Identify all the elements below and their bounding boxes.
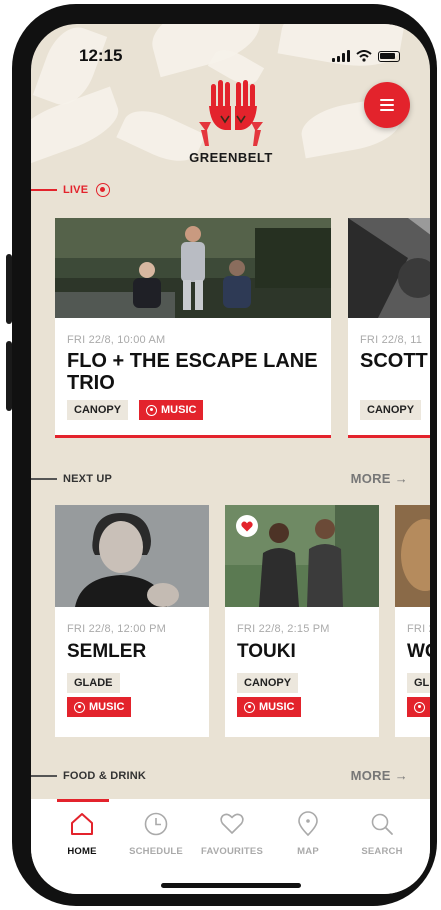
music-icon xyxy=(146,404,157,416)
event-title-line1: FLO + THE ESCAPE LANE xyxy=(67,350,318,372)
live-section-header: LIVE xyxy=(31,180,430,200)
event-photo xyxy=(395,505,430,607)
nav-favourites[interactable]: FAVOURITES xyxy=(193,799,271,879)
nav-home[interactable]: HOME xyxy=(43,799,121,879)
event-photo xyxy=(348,218,430,318)
event-datetime: FRI 22/8, 11 xyxy=(360,334,423,346)
menu-icon xyxy=(380,99,394,101)
next-up-more-link[interactable]: MORE → xyxy=(351,471,408,486)
event-title: SCOTT xyxy=(360,350,428,372)
live-event-card[interactable]: FRI 22/8, 10:00 AM FLO + THE ESCAPE LANE… xyxy=(55,218,331,438)
event-title: SEMLER xyxy=(67,641,147,662)
nav-schedule-label: SCHEDULE xyxy=(129,846,183,857)
next-event-card[interactable]: FRI 22/8, 2:15 PM TOUKI CANOPY MUSIC xyxy=(225,505,379,737)
wifi-icon xyxy=(356,50,372,62)
music-icon xyxy=(244,701,255,713)
live-indicator-icon xyxy=(96,183,111,197)
greenbelt-logo: GREENBELT xyxy=(181,76,281,166)
music-tag: MUSIC xyxy=(67,697,132,717)
event-title: TOUKI xyxy=(237,641,296,662)
volume-down-button xyxy=(6,341,12,411)
music-tag xyxy=(407,697,430,717)
hands-logo-icon xyxy=(199,80,263,146)
nav-search-label: SEARCH xyxy=(361,846,403,857)
status-icons xyxy=(332,50,400,62)
heart-icon xyxy=(241,521,253,531)
signal-icon xyxy=(332,50,350,62)
nav-search[interactable]: SEARCH xyxy=(343,799,421,879)
home-indicator[interactable] xyxy=(161,883,301,888)
venue-tag: GL xyxy=(407,673,430,693)
nav-schedule[interactable]: SCHEDULE xyxy=(117,799,195,879)
menu-button[interactable] xyxy=(364,82,410,128)
status-time: 12:15 xyxy=(79,46,123,65)
live-event-card[interactable]: FRI 22/8, 11 SCOTT CANOPY xyxy=(348,218,430,438)
event-datetime: FRI 22/8, 10:00 AM xyxy=(67,334,166,346)
volume-up-button xyxy=(6,254,12,324)
event-photo xyxy=(55,218,331,318)
home-icon xyxy=(71,813,93,835)
music-tag: MUSIC xyxy=(139,400,204,420)
app-screen: 12:15 GREENBELT LIVE FRI 22/8, 10:00 AM … xyxy=(31,24,430,894)
venue-tag: CANOPY xyxy=(360,400,422,420)
music-icon xyxy=(74,701,85,713)
nav-favourites-label: FAVOURITES xyxy=(201,846,263,857)
nav-home-label: HOME xyxy=(67,846,97,857)
food-drink-more-link[interactable]: MORE → xyxy=(351,768,408,783)
nav-map-label: MAP xyxy=(297,846,319,857)
favourite-badge[interactable] xyxy=(236,515,258,537)
next-event-card[interactable]: FRI 22/8, 12:00 PM SEMLER GLADE MUSIC xyxy=(55,505,209,737)
venue-tag: CANOPY xyxy=(67,400,129,420)
food-drink-label: FOOD & DRINK xyxy=(63,770,147,782)
live-label: LIVE xyxy=(63,184,89,196)
event-title: WO xyxy=(407,641,430,662)
map-pin-icon xyxy=(298,811,318,837)
venue-tag: GLADE xyxy=(67,673,120,693)
nav-map[interactable]: MAP xyxy=(269,799,347,879)
venue-tag: CANOPY xyxy=(237,673,299,693)
event-datetime: FRI 22/8, 12:00 PM xyxy=(67,623,166,635)
music-icon xyxy=(414,701,425,713)
battery-icon xyxy=(378,50,400,62)
next-up-label: NEXT UP xyxy=(63,473,113,485)
clock-icon xyxy=(144,812,168,836)
search-icon xyxy=(371,813,393,835)
next-event-card[interactable]: FRI 2 WO GL xyxy=(395,505,430,737)
music-tag: MUSIC xyxy=(237,697,302,717)
event-datetime: FRI 2 xyxy=(407,623,430,635)
bottom-navigation: HOME SCHEDULE FAVOURITES MAP SEARCH xyxy=(31,799,430,894)
brand-name: GREENBELT xyxy=(189,150,273,165)
heart-icon xyxy=(220,813,244,834)
event-datetime: FRI 22/8, 2:15 PM xyxy=(237,623,330,635)
event-photo xyxy=(55,505,209,607)
event-title-line2: TRIO xyxy=(67,372,115,394)
